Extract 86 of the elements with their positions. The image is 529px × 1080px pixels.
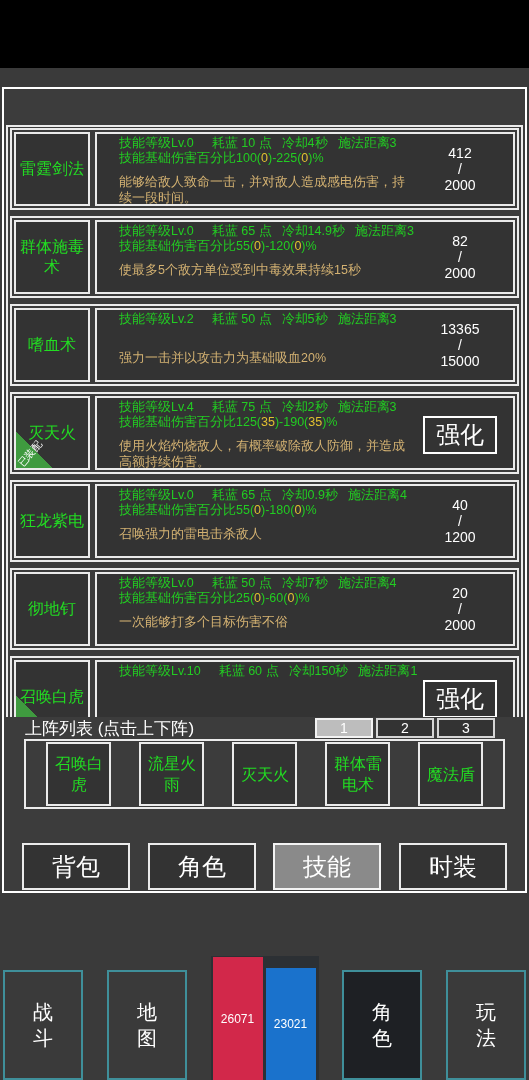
formation-title: 上阵列表 (点击上下阵): [25, 719, 195, 737]
skill-stat: 技能等级Lv.4: [119, 400, 194, 415]
skill-card[interactable]: 召唤白虎 技能等级Lv.10 耗蓝 60 点 冷却150秒 施法距离1 强化: [10, 656, 519, 717]
skill-stat: 施法距离3: [354, 224, 414, 239]
skill-stat: 耗蓝 50 点: [211, 312, 272, 327]
progress-text: /: [458, 337, 462, 353]
skill-stat: 耗蓝 60 点: [218, 664, 279, 679]
skill-description: 使最多5个敌方单位受到中毒效果持续15秒: [119, 262, 362, 278]
stat-bar: 23021: [265, 968, 316, 1080]
skill-description: 强力一击并以攻击力为基础吸血20%: [119, 350, 328, 366]
skill-stat: 技能等级Lv.0: [119, 136, 194, 151]
skill-stat: 耗蓝 75 点: [211, 400, 272, 415]
skill-description: 一次能够打多个目标伤害不俗: [119, 614, 289, 630]
skill-stat: 耗蓝 10 点: [211, 136, 272, 151]
skill-name: 狂龙紫电: [19, 511, 85, 531]
skill-name: 群体施毒术: [19, 237, 85, 277]
skill-stat: 技能等级Lv.0: [119, 224, 194, 239]
stat-bar: 26071: [212, 957, 263, 1080]
menu-tab[interactable]: 时装: [398, 843, 507, 890]
skill-stat: 技能等级Lv.0: [119, 488, 194, 503]
formation-tab[interactable]: 3: [437, 718, 495, 738]
formation-slot[interactable]: 魔法盾: [418, 742, 483, 806]
skill-stat: 耗蓝 65 点: [211, 224, 272, 239]
damage-text: 技能基础伤害百分比25(0)-60(0)%: [119, 591, 311, 606]
progress-text: /: [458, 161, 462, 177]
progress-text: 1200: [444, 529, 476, 545]
skill-stat: 技能等级Lv.0: [119, 576, 194, 591]
progress-text: 2000: [444, 617, 476, 633]
skill-name: 召唤白虎: [19, 687, 85, 707]
skill-stat: 施法距离3: [337, 136, 397, 151]
skill-stat: 冷却5秒: [281, 312, 328, 327]
skill-name: 彻地钉: [27, 599, 77, 619]
progress-text: 15000: [440, 353, 480, 369]
skill-stat: 技能等级Lv.10: [119, 664, 201, 679]
damage-text: 技能基础伤害百分比125(35)-190(35)%: [119, 415, 339, 430]
skill-stat: 施法距离3: [337, 312, 397, 327]
skill-description: 能够给敌人致命一击，并对敌人造成感电伤害，持续一段时间。: [119, 174, 406, 206]
skill-description: 召唤强力的雷电击杀敌人: [119, 526, 263, 542]
skill-card[interactable]: 嗜血术 技能等级Lv.2 耗蓝 50 点 冷却5秒 施法距离3 强力一击并以攻击力为基础吸血20% 13365 / 15000: [10, 304, 519, 386]
progress-text: 2000: [444, 177, 476, 193]
progress-text: 412: [448, 145, 472, 161]
skill-card[interactable]: 彻地钉 技能等级Lv.0 耗蓝 50 点 冷却7秒 施法距离4 技能基础伤害百分比25(0)-60(0)% 一次能够打多个目标伤害不俗 20 / 2000: [10, 568, 519, 650]
skill-stat: 施法距离3: [337, 400, 397, 415]
skill-stat: 冷却4秒: [281, 136, 328, 151]
skill-description: 使用火焰灼烧敌人，有概率破除敌人防御，并造成高额持续伤害。: [119, 438, 406, 470]
upgrade-button[interactable]: 强化: [423, 680, 497, 717]
skill-card[interactable]: 狂龙紫电 技能等级Lv.0 耗蓝 65 点 冷却0.9秒 施法距离4 技能基础伤害百分比55(0)-180(0)% 召唤强力的雷电击杀敌人 40 / 1200: [10, 480, 519, 562]
formation-slot[interactable]: 群体雷电术: [325, 742, 390, 806]
skill-name: 雷霆剑法: [19, 159, 85, 179]
progress-text: /: [458, 249, 462, 265]
skill-stat: 技能等级Lv.2: [119, 312, 194, 327]
formation-slot[interactable]: 流星火雨: [139, 742, 204, 806]
skill-stat: 施法距离4: [337, 576, 397, 591]
damage-text: 技能基础伤害百分比55(0)-180(0)%: [119, 503, 318, 518]
skill-card[interactable]: 灭天火 已装配 技能等级Lv.4 耗蓝 75 点 冷却2秒 施法距离3 技能基础伤害百分比125(35)-190(35)% 使用火焰灼烧敌人，有概率破除敌人防御，并造成高额持续伤害。 强化: [10, 392, 519, 474]
progress-text: 20: [452, 585, 468, 601]
upgrade-button[interactable]: 强化: [423, 416, 497, 454]
nav-button[interactable]: 玩法: [446, 970, 526, 1080]
nav-button[interactable]: 角色: [342, 970, 423, 1080]
menu-tab[interactable]: 背包: [22, 843, 130, 890]
damage-text: 技能基础伤害百分比55(0)-120(0)%: [119, 239, 318, 254]
progress-text: 40: [452, 497, 468, 513]
formation-slot[interactable]: 灭天火: [232, 742, 297, 806]
formation-slot[interactable]: 召唤白虎: [46, 742, 111, 806]
skill-name: 嗜血术: [27, 335, 77, 355]
skill-stat: 冷却2秒: [281, 400, 328, 415]
skill-stat: 施法距离1: [358, 664, 418, 679]
nav-button[interactable]: 地图: [106, 970, 187, 1080]
progress-text: /: [458, 513, 462, 529]
menu-tab[interactable]: 角色: [147, 843, 256, 890]
skill-stat: 施法距离4: [347, 488, 407, 503]
progress-text: 13365: [440, 321, 480, 337]
skill-stat: 耗蓝 65 点: [211, 488, 272, 503]
damage-text: 技能基础伤害百分比100(0)-225(0)%: [119, 151, 325, 166]
progress-text: /: [458, 601, 462, 617]
skill-stat: 冷却7秒: [281, 576, 328, 591]
progress-text: 82: [452, 233, 468, 249]
skill-stat: 冷却14.9秒: [281, 224, 345, 239]
skill-stat: 冷却150秒: [288, 664, 349, 679]
skill-card[interactable]: 群体施毒术 技能等级Lv.0 耗蓝 65 点 冷却14.9秒 施法距离3 技能基础伤害百分比55(0)-120(0)% 使最多5个敌方单位受到中毒效果持续15秒 82 / 2000: [10, 216, 519, 298]
progress-text: 2000: [444, 265, 476, 281]
skill-card[interactable]: 雷霆剑法 技能等级Lv.0 耗蓝 10 点 冷却4秒 施法距离3 技能基础伤害百分比100(0)-225(0)% 能够给敌人致命一击，并对敌人造成感电伤害，持续一段时间。 412 / 2000: [10, 128, 519, 210]
skill-stat: 耗蓝 50 点: [211, 576, 272, 591]
nav-button[interactable]: 战斗: [3, 970, 83, 1080]
formation-tab[interactable]: 2: [376, 718, 434, 738]
skill-stat: 冷却0.9秒: [281, 488, 338, 503]
